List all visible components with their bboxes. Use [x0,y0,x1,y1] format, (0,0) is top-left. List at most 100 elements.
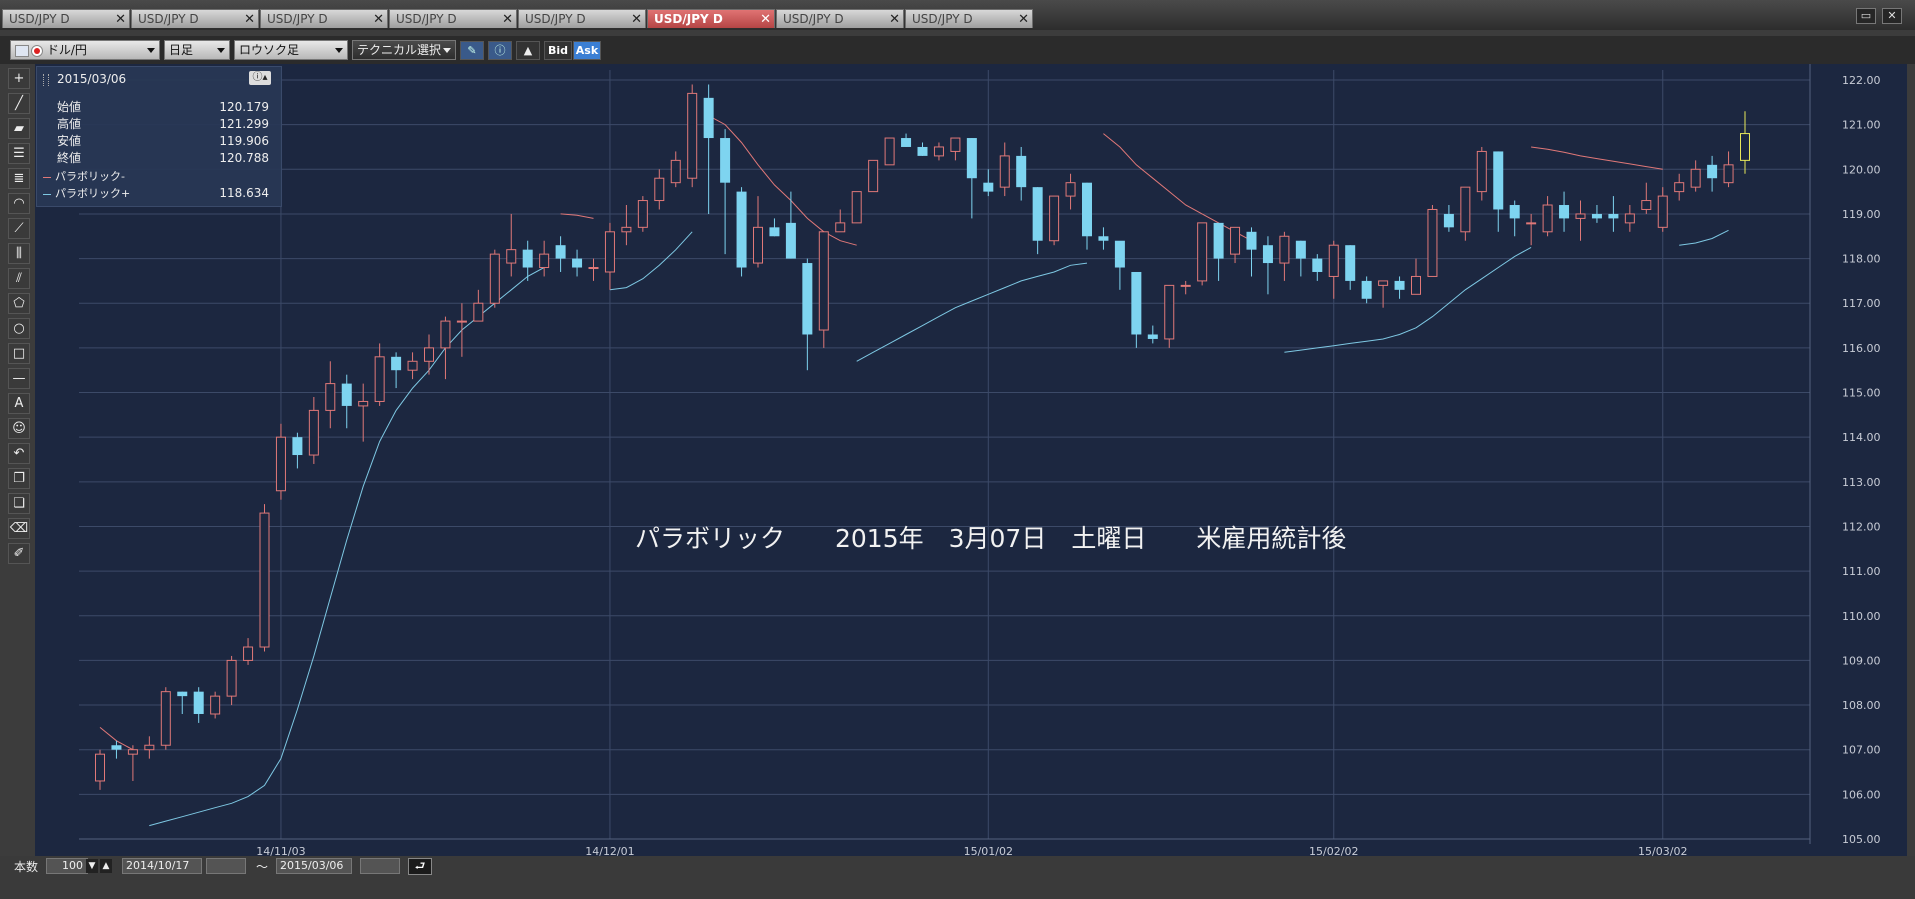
candle [1427,205,1438,277]
restore-window-button[interactable]: ▭ [1856,8,1876,24]
close-tab-icon[interactable]: ✕ [1018,10,1029,29]
vertical-lines-icon[interactable]: ⫼ [8,243,30,264]
from-date-input[interactable]: 2014/10/17 [122,858,202,874]
copy-icon[interactable]: ❐ [8,468,30,489]
count-label: 本数 [14,860,39,874]
tab-6[interactable]: USD/JPY D ✕ [776,9,904,28]
indicator-swatch [43,176,51,178]
candle-body [999,155,1010,188]
candle-body [966,138,977,179]
chart-area[interactable]: 105.00 106.00 107.00 108.00 109.00 110.00 111.… [35,64,1907,859]
candle-body [753,226,763,264]
undo-draw-icon[interactable]: ↶ [8,443,30,464]
tab-3[interactable]: USD/JPY D ✕ [389,9,517,28]
crosshair-icon[interactable]: + [8,68,30,89]
channel-icon[interactable]: ⫽ [8,268,30,289]
currency-pair-select[interactable]: ドル/円 [10,40,160,60]
candlestick-chart[interactable]: 105.00 106.00 107.00 108.00 109.00 110.00 111.… [35,64,1907,859]
candle [950,137,961,161]
chevron-down-icon [335,48,343,53]
candle-body [243,646,254,661]
candle-body [687,92,698,179]
candle-body [1213,222,1224,259]
text-icon[interactable]: A [8,393,30,414]
info-icon[interactable]: ⓘ [488,41,512,60]
candle-body [1657,195,1668,228]
rectangle-icon[interactable]: □ [8,343,30,364]
candle-body [703,97,714,139]
close-tab-icon[interactable]: ✕ [760,10,771,29]
candle-body [1608,213,1619,219]
candle [769,218,780,237]
tab-1[interactable]: USD/JPY D ✕ [131,9,259,28]
close-tab-icon[interactable]: ✕ [115,10,126,29]
candle-body [1197,222,1208,282]
to-time-input[interactable] [360,858,400,874]
candle [1542,196,1553,237]
tab-0[interactable]: USD/JPY D ✕ [2,9,130,28]
candle-body [851,191,862,224]
count-input[interactable]: 100 [46,858,88,874]
tab-7[interactable]: USD/JPY D ✕ [905,9,1033,28]
info-date: 2015/03/06 [57,72,127,86]
pentagon-icon[interactable]: ⬠ [8,293,30,314]
candle-body [802,263,813,335]
parabolic-sar-minus-line [1103,133,1252,242]
candle [1147,325,1158,344]
candle [1493,151,1504,232]
emoji-icon[interactable]: ☺ [8,418,30,439]
y-tick-label: 108.00 [1842,699,1881,712]
candle [539,240,550,277]
ohlc-row: 終値 120.788 [57,150,269,167]
drag-handle-icon[interactable] [43,74,49,86]
y-tick-label: 109.00 [1842,654,1881,667]
fan-icon[interactable]: ⟋ [8,218,30,239]
count-up-icon[interactable]: ▲ [100,859,112,873]
close-tab-icon[interactable]: ✕ [502,10,513,29]
close-tab-icon[interactable]: ✕ [631,10,642,29]
circle-icon[interactable]: ○ [8,318,30,339]
candle-body [1476,150,1487,193]
reset-range-icon[interactable]: ⮐ [408,858,432,875]
chart-type-select[interactable]: ロウソク足 [234,40,348,60]
period-select[interactable]: 日足 [164,40,230,60]
mountain-chart-icon[interactable]: ▲ [516,41,540,60]
candle-body [868,159,879,193]
candle-body [1575,213,1586,219]
candle-body [1624,213,1635,224]
count-down-icon[interactable]: ▼ [86,859,98,873]
candle-body [341,383,352,406]
to-date-input[interactable]: 2015/03/06 [276,858,352,874]
close-tab-icon[interactable]: ✕ [889,10,900,29]
tab-2[interactable]: USD/JPY D ✕ [260,9,388,28]
bid-button[interactable]: Bid [544,41,572,60]
hline-icon[interactable]: — [8,368,30,389]
close-tab-icon[interactable]: ✕ [373,10,384,29]
info-toggle-icon[interactable]: ⓘ▴ [249,71,271,85]
tab-4[interactable]: USD/JPY D ✕ [518,9,646,28]
paste-icon[interactable]: ❏ [8,493,30,514]
from-time-input[interactable] [206,858,246,874]
candle-body [1493,151,1504,210]
eraser-icon[interactable]: ⌫ [8,518,30,539]
fibonacci-icon[interactable]: ≣ [8,168,30,189]
trendline-icon[interactable]: ╱ [8,93,30,114]
horizontal-lines-icon[interactable]: ☰ [8,143,30,164]
close-window-button[interactable]: ✕ [1882,8,1902,24]
tab-label: USD/JPY D [138,12,199,26]
ask-button[interactable]: Ask [573,41,601,60]
candle [1230,226,1241,264]
candle-body [473,302,484,322]
pen-icon[interactable]: ✎ [460,41,484,60]
technical-select[interactable]: テクニカル選択 [352,40,456,60]
candle-body [1279,235,1290,264]
tab-5[interactable]: USD/JPY D ✕ [647,9,775,28]
candle-body [1230,226,1241,255]
candle [703,84,714,214]
fib-arc-icon[interactable]: ◠ [8,193,30,214]
candle-body [884,137,895,166]
ruler-icon[interactable]: ▰ [8,118,30,139]
eraser-all-icon[interactable]: ✐ [8,543,30,564]
close-tab-icon[interactable]: ✕ [244,10,255,29]
technical-label: テクニカル選択 [357,43,442,57]
